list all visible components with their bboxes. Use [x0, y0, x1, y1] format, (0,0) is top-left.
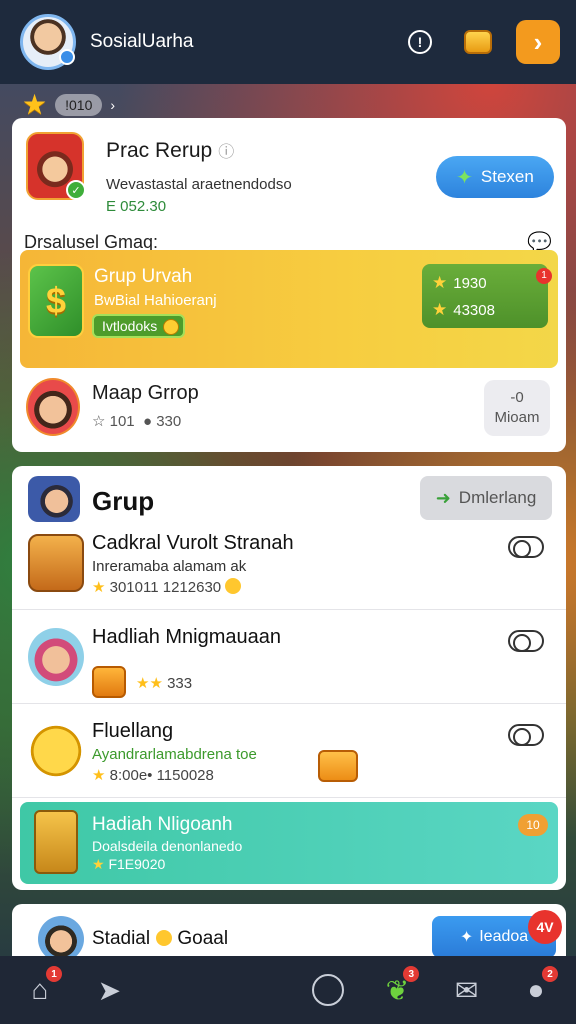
- highlight-amount: ★ F1E9020: [92, 856, 166, 872]
- group-avatar-icon[interactable]: ✓: [26, 132, 86, 200]
- toggle-switch[interactable]: [508, 536, 544, 558]
- group-subtitle: Wevastastal araetnendodso: [106, 176, 292, 193]
- goal-action-button[interactable]: ✦ Ieadoa 4V: [432, 910, 562, 958]
- coin-icon: [28, 722, 84, 780]
- sparkle-icon: ✦: [459, 929, 474, 946]
- highlight-subtitle: Doalsdeila denonlanedo: [92, 838, 243, 854]
- profile-avatar[interactable]: [20, 14, 76, 70]
- featured-group-icon: $: [28, 264, 84, 338]
- featured-group-row[interactable]: $ Grup Urvah BwBial Hahioeranj Ivtlodoks…: [20, 250, 558, 368]
- item-title: Hadliah Mnigmauaan: [92, 626, 282, 648]
- coin-box-icon[interactable]: [464, 28, 492, 56]
- chest-icon: [28, 534, 84, 592]
- featured-stats: ★ 1930 ★ 43308 1: [422, 264, 552, 328]
- arrow-icon: ➜: [435, 487, 451, 508]
- trophy-frame-icon: [34, 810, 78, 874]
- bottom-navigation: ⌂ 1 ➤ ❦ 3 ✉ ● 2: [0, 956, 576, 1024]
- strip-badge[interactable]: !010: [55, 93, 103, 116]
- featured-subtitle: BwBial Hahioeranj: [94, 292, 217, 309]
- group-list-item[interactable]: Maap Grrop ☆ 101 ● 330 -0 Mioam: [26, 376, 556, 440]
- goal-card: Stadial Goaal ✦ Ieadoa 4V: [12, 904, 566, 964]
- star-icon: ★: [432, 273, 448, 292]
- send-icon[interactable]: ➤: [89, 970, 129, 1010]
- notification-badge: 1: [536, 268, 552, 284]
- group-list-action-button[interactable]: ➜ Dmlerlang: [420, 476, 552, 520]
- item-meta: ☆ 101 ● 330: [92, 413, 182, 430]
- item-title: Cadkral Vurolt Stranah: [92, 532, 294, 554]
- reward-badge-icon: [92, 666, 126, 698]
- item-meta: ★★ 333: [136, 675, 193, 692]
- item-meta: ★ 8:00e• 1150028: [92, 767, 214, 784]
- group-card: ✓ Prac Rerup ⓘ Wevastastal araetnendodso …: [12, 118, 566, 452]
- group-amount: E 052.30: [106, 198, 167, 215]
- item-title: Maap Grrop: [92, 382, 199, 404]
- mail-icon[interactable]: ✉: [447, 970, 487, 1010]
- group-list-card: Grup ➜ Dmlerlang Cadkral Vurolt Stranah I…: [12, 466, 566, 890]
- item-title: Fluellang: [92, 720, 174, 742]
- highlight-title: Hadiah Nligoanh: [92, 814, 233, 835]
- coin-icon: [163, 319, 180, 335]
- goal-title: Stadial Goaal: [92, 928, 229, 949]
- star-icon: ★: [432, 300, 448, 319]
- star-icon: ★: [22, 89, 48, 120]
- featured-title: Grup Urvah: [94, 266, 193, 287]
- item-meta: ★ 301011 1212630: [92, 578, 242, 596]
- online-status-icon: [59, 49, 75, 65]
- member-avatar: [26, 378, 80, 436]
- list-item[interactable]: Fluellang Ayandrarlamabdrena toe ★ 8:00e…: [12, 704, 566, 798]
- highlight-badge: 10: [518, 814, 548, 836]
- goal-badge: 4V: [528, 910, 562, 944]
- group-title: Prac Rerup ⓘ: [106, 139, 235, 162]
- top-bar: SosialUarha ! ›: [0, 0, 576, 84]
- toggle-switch[interactable]: [508, 724, 544, 746]
- avatar-icon: [28, 628, 84, 686]
- info-small-icon[interactable]: ⓘ: [218, 144, 234, 161]
- item-subtitle: Ayandrarlamabdrena toe: [92, 746, 257, 763]
- group-action-button[interactable]: ✦ Stexen: [436, 156, 554, 198]
- group-list-title: Grup: [92, 486, 155, 516]
- user-icon[interactable]: ● 2: [516, 966, 558, 1010]
- featured-tag[interactable]: Ivtlodoks: [92, 314, 186, 338]
- list-item[interactable]: Cadkral Vurolt Stranah Inreramaba alamam…: [12, 516, 566, 610]
- strip-trailing: ›: [110, 96, 116, 113]
- item-subtitle: Inreramaba alamam ak: [92, 558, 247, 575]
- clock-icon[interactable]: [308, 970, 348, 1010]
- leaf-icon[interactable]: ❦ 3: [377, 966, 420, 1010]
- highlight-row[interactable]: Hadiah Nligoanh Doalsdeila denonlanedo ★…: [20, 802, 558, 884]
- info-icon[interactable]: !: [406, 28, 434, 56]
- reward-chip-icon[interactable]: [318, 750, 358, 782]
- home-icon[interactable]: ⌂ 1: [20, 966, 62, 1010]
- coin-icon: [156, 930, 173, 946]
- toggle-switch[interactable]: [508, 630, 544, 652]
- sparkle-icon: ✦: [456, 166, 473, 189]
- check-icon: ✓: [66, 180, 86, 200]
- forward-button[interactable]: ›: [516, 20, 560, 64]
- list-item[interactable]: Hadliah Mnigmauaan ★★ 333: [12, 610, 566, 704]
- item-action-button[interactable]: -0 Mioam: [484, 380, 550, 436]
- sub-strip: ★ !010 ›: [22, 88, 115, 121]
- group-header: ✓ Prac Rerup ⓘ Wevastastal araetnendodso …: [26, 132, 556, 215]
- username: SosialUarha: [90, 31, 194, 52]
